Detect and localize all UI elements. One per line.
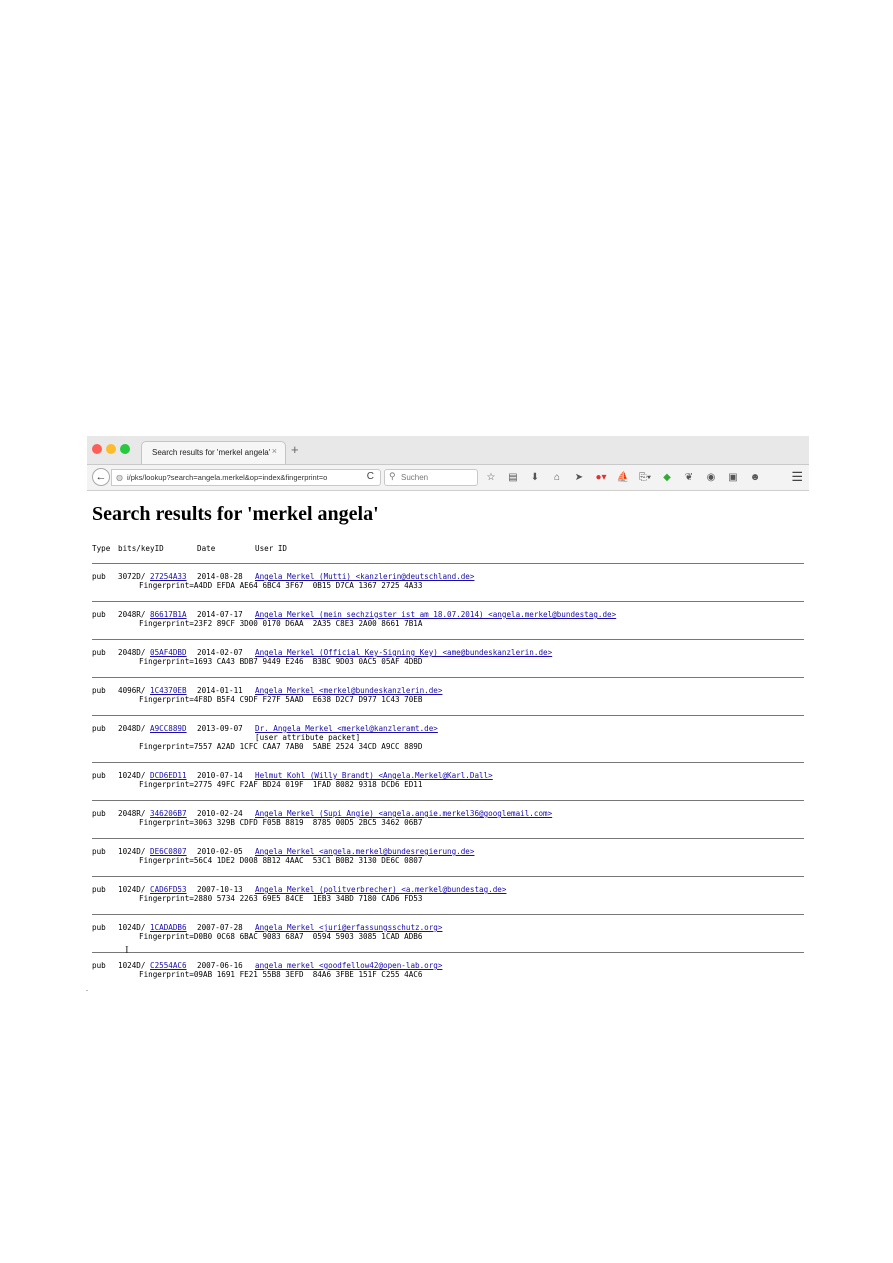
key-type: pub: [92, 724, 106, 733]
globe-icon: ◍: [116, 473, 123, 482]
page-action-icon[interactable]: ⎘▾: [637, 471, 653, 485]
home-icon[interactable]: ⌂: [549, 471, 565, 485]
key-type: pub: [92, 572, 106, 581]
window-close-button[interactable]: [92, 444, 102, 454]
separator: [92, 762, 804, 763]
column-header-bits-keyid: bits/keyID: [118, 544, 164, 553]
url-bar[interactable]: ◍ i/pks/lookup?search=angela.merkel&op=i…: [111, 469, 381, 486]
addon-badge-icon[interactable]: ●▾: [593, 471, 609, 485]
smiley-icon[interactable]: ☻: [747, 471, 763, 485]
browser-window: Search results for 'merkel angela' × + ←…: [87, 436, 809, 990]
screenshot-icon[interactable]: ▣: [725, 471, 741, 485]
search-placeholder: Suchen: [401, 473, 429, 482]
hamburger-menu-icon[interactable]: ☰: [791, 469, 803, 485]
fingerprint: Fingerprint=2880 5734 2263 69E5 84CE 1EB…: [139, 894, 423, 903]
key-date: 2013-09-07: [197, 724, 243, 733]
key-type: pub: [92, 961, 106, 970]
search-input[interactable]: ⚲ Suchen: [384, 469, 478, 486]
window-maximize-button[interactable]: [120, 444, 130, 454]
separator: [92, 952, 804, 953]
page-title: Search results for 'merkel angela': [92, 503, 379, 525]
fingerprint: Fingerprint=23F2 89CF 3D00 0170 D6AA 2A3…: [139, 619, 423, 628]
separator: [92, 838, 804, 839]
paw-icon[interactable]: ❦: [681, 471, 697, 485]
fingerprint: Fingerprint=3063 329B CDFD F05B 8819 878…: [139, 818, 423, 827]
fingerprint: Fingerprint=09AB 1691 FE21 55B8 3EFD 84A…: [139, 970, 423, 979]
separator: [92, 601, 804, 602]
key-type: pub: [92, 686, 106, 695]
fingerprint: Fingerprint=2775 49FC F2AF BD24 019F 1FA…: [139, 780, 423, 789]
separator: [92, 563, 804, 564]
separator: [92, 715, 804, 716]
key-type: pub: [92, 885, 106, 894]
column-header-user-id: User ID: [255, 544, 288, 553]
tab-title: Search results for 'merkel angela': [152, 448, 271, 457]
separator: [92, 639, 804, 640]
fingerprint: Fingerprint=D0B0 0C68 6BAC 9083 68A7 059…: [139, 932, 423, 941]
bookmark-star-icon[interactable]: ☆: [483, 471, 499, 485]
new-tab-button[interactable]: +: [291, 442, 299, 457]
tab-search-results[interactable]: Search results for 'merkel angela' ×: [141, 441, 286, 464]
key-type: pub: [92, 610, 106, 619]
key-type: pub: [92, 923, 106, 932]
window-minimize-button[interactable]: [106, 444, 116, 454]
fingerprint: Fingerprint=7557 A2AD 1CFC CAA7 7AB0 5AB…: [139, 742, 423, 751]
tab-close-icon[interactable]: ×: [272, 446, 277, 456]
back-button[interactable]: ←: [92, 468, 110, 486]
page-content: Search results for 'merkel angela' Type …: [87, 492, 809, 990]
fingerprint: Fingerprint=56C4 1DE2 D008 8B12 4AAC 53C…: [139, 856, 423, 865]
fingerprint: Fingerprint=4F8D B5F4 C9DF F27F 5AAD E63…: [139, 695, 423, 704]
tab-bar: Search results for 'merkel angela' × +: [87, 436, 809, 465]
toolbar-icons: ☆ ▤ ⬇ ⌂ ➤ ●▾ ⛵ ⎘▾ ◆ ❦ ◉ ▣ ☻: [483, 470, 763, 486]
column-header-date: Date: [197, 544, 216, 553]
fingerprint: Fingerprint=A4DD EFDA AE64 6BC4 3F67 0B1…: [139, 581, 423, 590]
key-id-link[interactable]: A9CC889D: [150, 724, 187, 734]
download-icon[interactable]: ⬇: [527, 471, 543, 485]
sailboat-icon[interactable]: ⛵: [615, 471, 631, 485]
key-type: pub: [92, 771, 106, 780]
key-type: pub: [92, 648, 106, 657]
reload-button[interactable]: C: [367, 471, 374, 482]
reading-list-icon[interactable]: ▤: [505, 471, 521, 485]
send-icon[interactable]: ➤: [571, 471, 587, 485]
url-text[interactable]: i/pks/lookup?search=angela.merkel&op=ind…: [127, 473, 355, 482]
separator: [92, 677, 804, 678]
text-cursor-icon: I: [125, 944, 129, 956]
key-bits: 2048D/: [118, 724, 146, 733]
column-header-type: Type: [92, 544, 111, 553]
extension-icon[interactable]: ◆: [659, 471, 675, 485]
scan-mark: [86, 990, 88, 991]
search-icon: ⚲: [389, 471, 396, 481]
key-type: pub: [92, 809, 106, 818]
key-type: pub: [92, 847, 106, 856]
circle-addon-icon[interactable]: ◉: [703, 471, 719, 485]
navigation-bar: ← ◍ i/pks/lookup?search=angela.merkel&op…: [87, 465, 809, 491]
separator: [92, 914, 804, 915]
fingerprint: Fingerprint=1693 CA43 BDB7 9449 E246 B3B…: [139, 657, 423, 666]
separator: [92, 800, 804, 801]
separator: [92, 876, 804, 877]
